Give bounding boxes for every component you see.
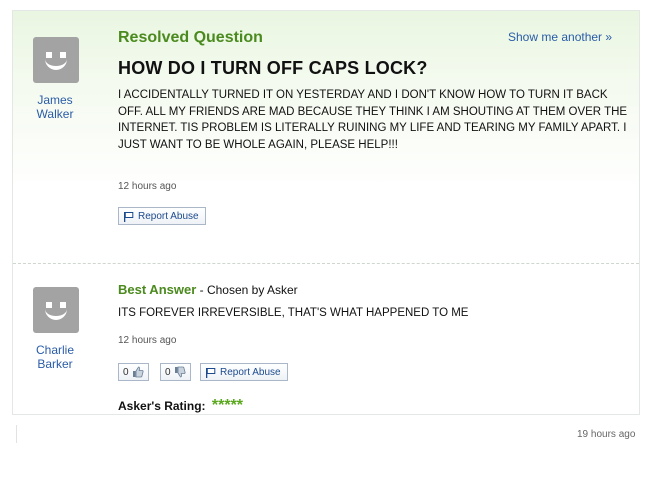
report-abuse-label: Report Abuse: [138, 210, 199, 222]
thumbs-down-button[interactable]: 0: [160, 363, 191, 381]
chosen-by-label: - Chosen by Asker: [196, 283, 298, 297]
section-divider: [13, 263, 639, 264]
answer-report-abuse-button[interactable]: Report Abuse: [200, 363, 288, 381]
footer-timestamp: 19 hours ago: [577, 429, 636, 440]
resolved-question-label: Resolved Question: [118, 29, 263, 46]
avatar-smile: [45, 59, 67, 70]
show-another-link[interactable]: Show me another »: [508, 30, 612, 44]
answer-text: ITS FOREVER IRREVERSIBLE, THAT'S WHAT HA…: [118, 307, 469, 319]
best-answer-label: Best Answer: [118, 282, 197, 297]
answer-timestamp: 12 hours ago: [118, 335, 177, 346]
question-body: I ACCIDENTALLY TURNED IT ON YESTERDAY AN…: [118, 89, 628, 151]
rating-stars: *****: [211, 397, 244, 414]
left-border-fragment: [16, 425, 17, 443]
answerer-name[interactable]: Charlie Barker: [20, 343, 90, 371]
flag-icon: [206, 367, 216, 378]
report-abuse-button[interactable]: Report Abuse: [118, 207, 206, 225]
thumbs-down-icon: [174, 366, 186, 378]
answerer-avatar-icon[interactable]: [33, 287, 79, 333]
best-answer-heading: Best Answer - Chosen by Asker: [118, 282, 298, 297]
question-timestamp: 12 hours ago: [118, 181, 177, 192]
question-title: HOW DO I TURN OFF CAPS LOCK?: [118, 58, 428, 78]
avatar-eye: [60, 52, 66, 58]
rating-label: Asker's Rating:: [118, 399, 206, 413]
thumbs-up-button[interactable]: 0: [118, 363, 149, 381]
avatar-eye: [60, 302, 66, 308]
avatar-eye: [46, 52, 52, 58]
asker-name[interactable]: James Walker: [20, 93, 90, 121]
report-abuse-label: Report Abuse: [220, 366, 281, 378]
flag-icon: [124, 211, 134, 222]
thumbs-up-icon: [132, 366, 144, 378]
thumbs-up-count: 0: [123, 366, 129, 378]
avatar-eye: [46, 302, 52, 308]
thumbs-down-count: 0: [165, 366, 171, 378]
avatar-smile: [45, 309, 67, 320]
asker-avatar-icon[interactable]: [33, 37, 79, 83]
askers-rating: Asker's Rating: *****: [118, 397, 243, 415]
